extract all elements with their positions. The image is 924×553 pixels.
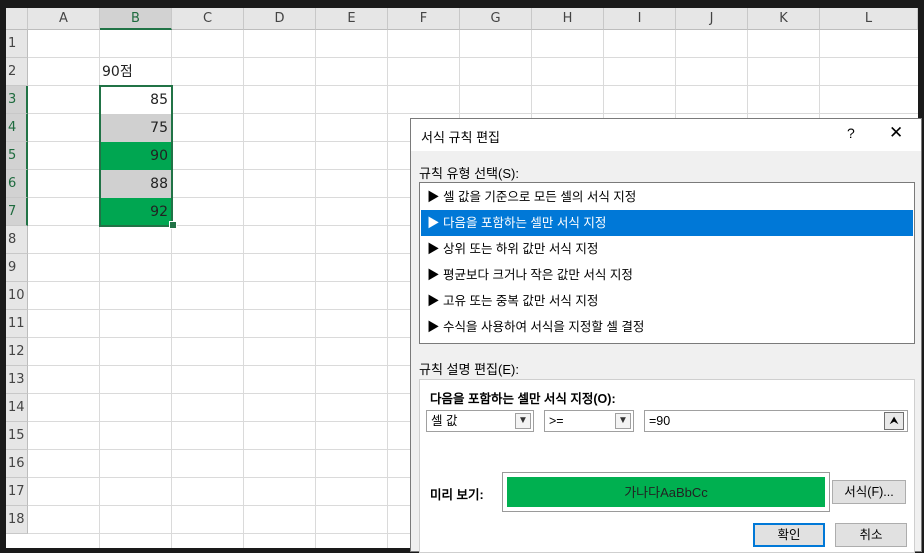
cancel-button[interactable]: 취소	[835, 523, 907, 547]
row-header-6[interactable]: 6	[6, 170, 28, 198]
row-header-11[interactable]: 11	[6, 310, 28, 338]
column-header-b[interactable]: B	[100, 8, 172, 30]
column-header-i[interactable]: I	[604, 8, 676, 30]
column-header-l[interactable]: L	[820, 8, 918, 30]
close-icon[interactable]: ✕	[889, 123, 903, 143]
help-icon[interactable]: ?	[847, 125, 855, 141]
column-header-c[interactable]: C	[172, 8, 244, 30]
row-header-17[interactable]: 17	[6, 478, 28, 506]
chevron-down-icon[interactable]: ▼	[615, 413, 631, 429]
row-header-13[interactable]: 13	[6, 366, 28, 394]
rule-type-label: 규칙 유형 선택(S):	[419, 166, 519, 181]
rule-type-item[interactable]: ▶ 평균보다 크거나 작은 값만 서식 지정	[421, 262, 913, 288]
column-header-h[interactable]: H	[532, 8, 604, 30]
column-header-e[interactable]: E	[316, 8, 388, 30]
edit-formatting-rule-dialog: 서식 규칙 편집 ? ✕ 규칙 유형 선택(S): ▶ 셀 값을 기준으로 모든…	[410, 118, 922, 553]
row-header-2[interactable]: 2	[6, 58, 28, 86]
rule-description-label: 규칙 설명 편집(E):	[419, 362, 519, 377]
column-header-d[interactable]: D	[244, 8, 316, 30]
column-header-g[interactable]: G	[460, 8, 532, 30]
dialog-title: 서식 규칙 편집	[421, 130, 500, 145]
row-header-15[interactable]: 15	[6, 422, 28, 450]
ok-button[interactable]: 확인	[753, 523, 825, 547]
row-header-18[interactable]: 18	[6, 506, 28, 534]
row-header-3[interactable]: 3	[6, 86, 28, 114]
format-button[interactable]: 서식(F)...	[832, 480, 906, 504]
row-header-16[interactable]: 16	[6, 450, 28, 478]
row-header-5[interactable]: 5	[6, 142, 28, 170]
row-header-14[interactable]: 14	[6, 394, 28, 422]
fill-handle[interactable]	[169, 221, 177, 229]
operator-select[interactable]: >= ▼	[544, 410, 634, 432]
rule-type-item-selected[interactable]: ▶ 다음을 포함하는 셀만 서식 지정	[421, 210, 913, 236]
value-input[interactable]: =90	[644, 410, 908, 432]
column-header-k[interactable]: K	[748, 8, 820, 30]
rule-type-item[interactable]: ▶ 상위 또는 하위 값만 서식 지정	[421, 236, 913, 262]
row-header-9[interactable]: 9	[6, 254, 28, 282]
cell-b2[interactable]: 90점	[102, 58, 172, 86]
row-header-10[interactable]: 10	[6, 282, 28, 310]
chevron-down-icon[interactable]: ▼	[515, 413, 531, 429]
rule-type-item[interactable]: ▶ 셀 값을 기준으로 모든 셀의 서식 지정	[421, 184, 913, 210]
row-header-1[interactable]: 1	[6, 30, 28, 58]
column-header-f[interactable]: F	[388, 8, 460, 30]
operator-value: >=	[549, 414, 564, 428]
row-header-7[interactable]: 7	[6, 198, 28, 226]
select-all-corner[interactable]	[6, 8, 28, 30]
row-header-12[interactable]: 12	[6, 338, 28, 366]
column-header-j[interactable]: J	[676, 8, 748, 30]
selection-range-border	[99, 85, 173, 227]
range-select-icon[interactable]: ⮝	[884, 412, 904, 430]
column-header-a[interactable]: A	[28, 8, 100, 30]
condition-type-select[interactable]: 셀 값 ▼	[426, 410, 534, 432]
gridline	[315, 30, 316, 548]
preview-sample: 가나다AaBbCc	[507, 477, 825, 507]
rule-type-item[interactable]: ▶ 수식을 사용하여 서식을 지정할 셀 결정	[421, 314, 913, 340]
dialog-title-bar[interactable]: 서식 규칙 편집 ? ✕	[411, 119, 921, 151]
rule-type-list[interactable]: ▶ 셀 값을 기준으로 모든 셀의 서식 지정 ▶ 다음을 포함하는 셀만 서식…	[419, 182, 915, 344]
condition-type-value: 셀 값	[431, 414, 458, 428]
row-header-4[interactable]: 4	[6, 114, 28, 142]
gridline	[243, 30, 244, 548]
value-input-text: =90	[649, 414, 671, 428]
preview-label: 미리 보기:	[430, 488, 484, 502]
row-header-8[interactable]: 8	[6, 226, 28, 254]
gridline	[387, 30, 388, 548]
rule-description-heading: 다음을 포함하는 셀만 서식 지정(O):	[430, 392, 616, 406]
preview-box: 가나다AaBbCc	[502, 472, 830, 512]
rule-type-item[interactable]: ▶ 고유 또는 중복 값만 서식 지정	[421, 288, 913, 314]
